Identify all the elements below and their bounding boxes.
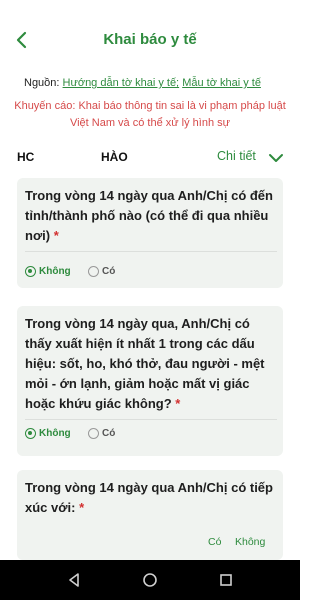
divider: [25, 251, 277, 252]
person-bar: HC HÀO Chi tiết: [0, 149, 300, 170]
radio-selected-icon[interactable]: [25, 266, 36, 277]
system-navigation-bar: [0, 560, 300, 600]
question-2-text: Trong vòng 14 ngày qua, Anh/Chị có thấy …: [25, 316, 265, 411]
radio-unselected-icon[interactable]: [88, 428, 99, 439]
option-khong[interactable]: Không: [25, 428, 71, 439]
details-button[interactable]: Chi tiết: [217, 149, 256, 163]
radio-unselected-icon[interactable]: [88, 266, 99, 277]
question-1-text: Trong vòng 14 ngày qua Anh/Chị có đến tỉ…: [25, 188, 273, 243]
option-co[interactable]: Có: [208, 536, 221, 548]
question-card-1: Trong vòng 14 ngày qua Anh/Chị có đến tỉ…: [17, 178, 283, 288]
page-title: Khai báo y tế: [103, 31, 197, 48]
option-label: Có: [102, 266, 116, 277]
option-label: Không: [39, 428, 71, 439]
required-star: *: [79, 500, 85, 515]
option-label: Không: [39, 266, 71, 277]
option-khong[interactable]: Không: [235, 536, 265, 548]
divider: [25, 419, 277, 420]
triangle-back-icon[interactable]: [66, 572, 82, 588]
person-name-part1: HC: [17, 150, 35, 164]
person-name-part2: HÀO: [101, 150, 128, 164]
source-line: Nguồn: Hướng dẫn tờ khai y tế; Mẫu tờ kh…: [24, 77, 294, 89]
question-text: Trong vòng 14 ngày qua Anh/Chị có tiếp x…: [25, 478, 277, 518]
question-text: Trong vòng 14 ngày qua Anh/Chị có đến tỉ…: [25, 186, 277, 246]
question-text: Trong vòng 14 ngày qua, Anh/Chị có thấy …: [25, 314, 277, 414]
circle-home-icon[interactable]: [142, 572, 158, 588]
option-co[interactable]: Có: [88, 428, 115, 439]
app-header: Khai báo y tế: [0, 0, 300, 80]
form-link[interactable]: Mẫu tờ khai y tế: [182, 77, 261, 89]
source-label: Nguồn:: [24, 77, 60, 89]
question-3-text: Trong vòng 14 ngày qua Anh/Chị có tiếp x…: [25, 480, 273, 515]
required-star: *: [175, 396, 181, 411]
option-label: Có: [102, 428, 116, 439]
option-khong[interactable]: Không: [25, 266, 71, 277]
required-star: *: [53, 228, 59, 243]
warning-text: Khuyến cáo: Khai báo thông tin sai là vi…: [14, 100, 286, 129]
question-card-3: Trong vòng 14 ngày qua Anh/Chị có tiếp x…: [17, 470, 283, 560]
question-card-2: Trong vòng 14 ngày qua, Anh/Chị có thấy …: [17, 306, 283, 456]
option-co[interactable]: Có: [88, 266, 115, 277]
chevron-down-icon[interactable]: [268, 152, 284, 164]
radio-selected-icon[interactable]: [25, 428, 36, 439]
guide-link[interactable]: Hướng dẫn tờ khai y tế;: [63, 77, 180, 89]
square-recent-icon[interactable]: [218, 572, 234, 588]
